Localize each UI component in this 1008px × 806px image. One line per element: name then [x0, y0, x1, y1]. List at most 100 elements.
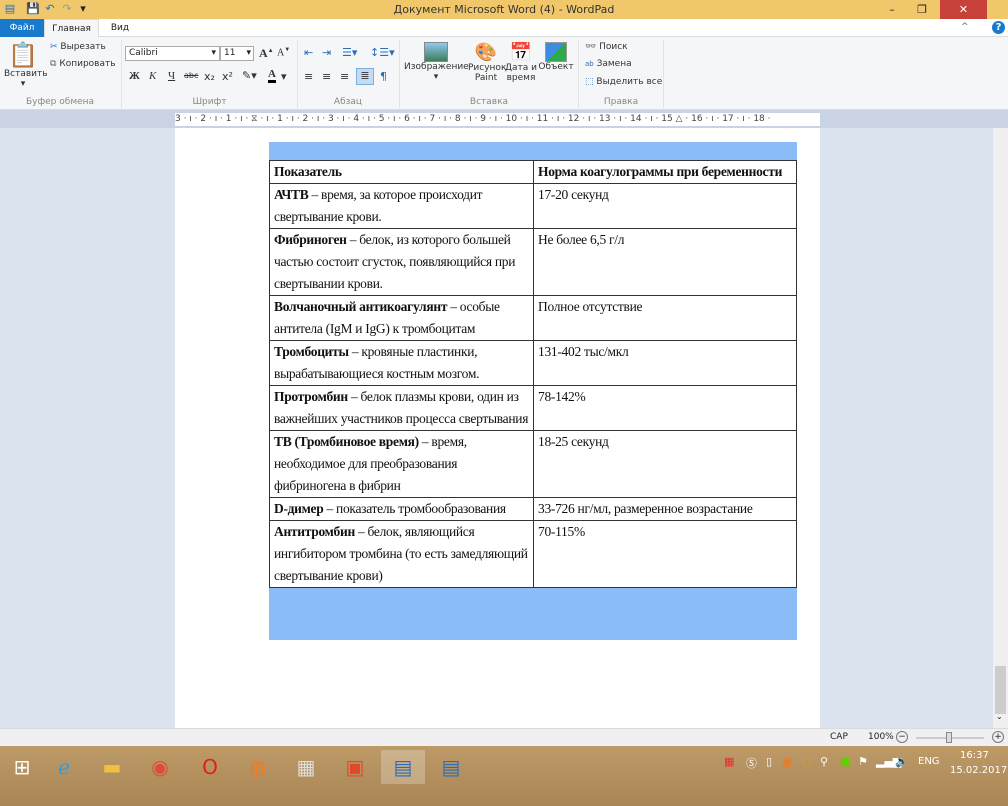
firefox-icon[interactable]: ◍ — [236, 750, 280, 784]
find-label: Поиск — [599, 42, 628, 52]
insert-paint-button[interactable]: 🎨 Рисунок Paint — [468, 42, 506, 83]
font-family-select[interactable]: Calibri ▾ — [125, 46, 220, 61]
line-spacing-icon[interactable]: ↕☰▾ — [370, 46, 395, 59]
internet-explorer-icon[interactable]: ℯ — [42, 750, 86, 784]
norm-cell: 33-726 нг/мл, размеренное возрастание — [533, 497, 797, 521]
strikethrough-button[interactable]: abc — [184, 71, 198, 80]
action-center-flag-icon[interactable]: ⚑ — [858, 755, 868, 768]
file-explorer-icon[interactable]: ▬ — [90, 750, 134, 784]
vertical-scrollbar[interactable]: ⌄ — [993, 128, 1008, 728]
bold-button[interactable]: Ж — [129, 70, 140, 82]
tab-home[interactable]: Главная — [44, 19, 99, 38]
increase-indent-icon[interactable]: ⇥ — [322, 46, 331, 59]
chevron-down-icon[interactable]: ▾ — [281, 70, 287, 83]
status-bar: CAP 100% − + — [0, 728, 1008, 746]
cut-button[interactable]: ✂ Вырезать — [50, 42, 106, 52]
help-icon[interactable]: ? — [992, 21, 1005, 34]
usb-icon[interactable]: ▯ — [766, 755, 772, 768]
wordpad-taskbar[interactable]: ▤ — [429, 750, 473, 784]
scroll-down-icon[interactable]: ⌄ — [996, 712, 1003, 721]
zoom-out-button[interactable]: − — [896, 731, 908, 743]
norm-cell: 131-402 тыс/мкл — [533, 340, 797, 386]
paragraph-settings-icon[interactable]: ¶ — [380, 70, 387, 83]
dropdown-arrow-icon: ▾ — [20, 79, 26, 89]
volume-icon[interactable]: 🔈 — [895, 755, 909, 768]
underline-button[interactable]: Ч — [168, 70, 175, 82]
title-bar: ▤ 💾 ↶ ↷ ▾ Документ Microsoft Word (4) - … — [0, 0, 1008, 19]
tab-file[interactable]: Файл — [0, 19, 44, 37]
replace-icon: ab — [585, 60, 594, 68]
font-color-icon[interactable]: A — [268, 68, 276, 83]
tray-update-icon[interactable]: ▣ — [782, 755, 792, 768]
calculator-icon[interactable]: ▦ — [284, 750, 328, 784]
bullet-list-icon[interactable]: ☰▾ — [342, 46, 357, 59]
font-size-select[interactable]: 11 ▾ — [220, 46, 254, 61]
indicator-term: ТВ (Тромбиновое время) — [274, 434, 419, 449]
align-center-icon[interactable]: ≡ — [322, 70, 331, 83]
select-all-button[interactable]: ⬚ Выделить все — [585, 77, 662, 87]
chrome-icon[interactable]: ◉ — [138, 750, 182, 784]
tray-sync-icon[interactable]: ◌ — [802, 755, 812, 768]
indicator-cell: Протромбин – белок плазмы крови, один из… — [269, 385, 534, 431]
grow-font-icon[interactable]: A▲ — [259, 46, 274, 61]
ruler-scale[interactable]: 3 · ı · 2 · ı · 1 · ı · ⧖ · ı · 1 · ı · … — [175, 113, 820, 126]
select-all-label: Выделить все — [596, 77, 663, 87]
paste-button[interactable]: 📋 Вставить ▾ — [4, 41, 48, 89]
windows-start-icon[interactable]: ⊞ — [0, 750, 44, 784]
table-row: АЧТВ – время, за которое происходит свер… — [269, 183, 797, 229]
language-indicator[interactable]: ENG — [918, 756, 940, 767]
collapse-ribbon-icon[interactable]: ^ — [961, 22, 969, 32]
table-header-row: Показатель Норма коагулограммы при берем… — [269, 160, 797, 184]
norm-cell: 18-25 секунд — [533, 430, 797, 498]
indicator-description: – показатель тромбообразования — [323, 501, 507, 516]
copy-icon: ⧉ — [50, 59, 57, 69]
font-family-value: Calibri — [129, 48, 158, 58]
minimize-button[interactable]: – — [877, 0, 907, 19]
zoom-in-button[interactable]: + — [992, 731, 1004, 743]
header-cell: Показатель — [269, 160, 534, 184]
table-row: Фибриноген – белок, из которого большей … — [269, 228, 797, 296]
zoom-slider-thumb[interactable] — [946, 732, 952, 743]
opera-icon[interactable]: O — [188, 750, 232, 784]
restore-button[interactable]: ❐ — [907, 0, 937, 19]
norm-cell: 70-115% — [533, 520, 797, 588]
insert-image-button[interactable]: Изображение ▾ — [404, 42, 469, 82]
superscript-button[interactable]: x² — [222, 70, 233, 83]
scissors-icon: ✂ — [50, 42, 58, 52]
chevron-down-icon: ▾ — [211, 48, 216, 58]
replace-button[interactable]: ab Замена — [585, 59, 632, 69]
embedded-table-image[interactable]: Показатель Норма коагулограммы при берем… — [269, 142, 797, 640]
tray-antivirus-icon[interactable]: Ⓢ — [746, 755, 757, 771]
italic-button[interactable]: К — [149, 70, 156, 82]
nvidia-icon[interactable]: ■ — [840, 755, 850, 768]
highlight-color-icon[interactable]: ✎▾ — [242, 69, 257, 82]
justify-icon[interactable]: ≣ — [356, 68, 374, 85]
align-right-icon[interactable]: ≡ — [340, 70, 349, 83]
insert-object-button[interactable]: Объект — [538, 42, 574, 72]
clock-time[interactable]: 16:37 — [960, 750, 989, 761]
network-adapter-icon[interactable]: ⚲ — [820, 755, 828, 768]
insert-datetime-button[interactable]: 📅 Дата и время — [505, 42, 537, 83]
group-paragraph-label: Абзац — [333, 97, 363, 107]
replace-label: Замена — [596, 59, 632, 69]
wordpad-taskbar-active[interactable]: ▤ — [381, 750, 425, 784]
scrollbar-thumb[interactable] — [995, 666, 1006, 714]
norm-cell: Не более 6,5 г/л — [533, 228, 797, 296]
subscript-button[interactable]: x₂ — [204, 70, 215, 83]
align-left-icon[interactable]: ≡ — [304, 70, 313, 83]
ruler[interactable]: 3 · ı · 2 · ı · 1 · ı · ⧖ · ı · 1 · ı · … — [0, 110, 1008, 128]
find-button[interactable]: 👓 Поиск — [585, 42, 628, 52]
decrease-indent-icon[interactable]: ⇤ — [304, 46, 313, 59]
indicator-term: Антитромбин — [274, 524, 355, 539]
tab-view[interactable]: Вид — [100, 19, 140, 37]
indicator-cell: D-димер – показатель тромбообразования — [269, 497, 534, 521]
copy-button[interactable]: ⧉ Копировать — [50, 59, 116, 69]
clock-date[interactable]: 15.02.2017 — [950, 765, 1007, 776]
font-size-value: 11 — [224, 48, 236, 58]
object-icon — [545, 42, 567, 62]
indicator-cell: Тромбоциты – кровяные пластинки, вырабат… — [269, 340, 534, 386]
close-button[interactable]: ✕ — [940, 0, 987, 19]
office-app-icon[interactable]: ▣ — [333, 750, 377, 784]
tray-app-icon[interactable]: ▦ — [724, 755, 734, 768]
shrink-font-icon[interactable]: A▼ — [277, 47, 290, 58]
